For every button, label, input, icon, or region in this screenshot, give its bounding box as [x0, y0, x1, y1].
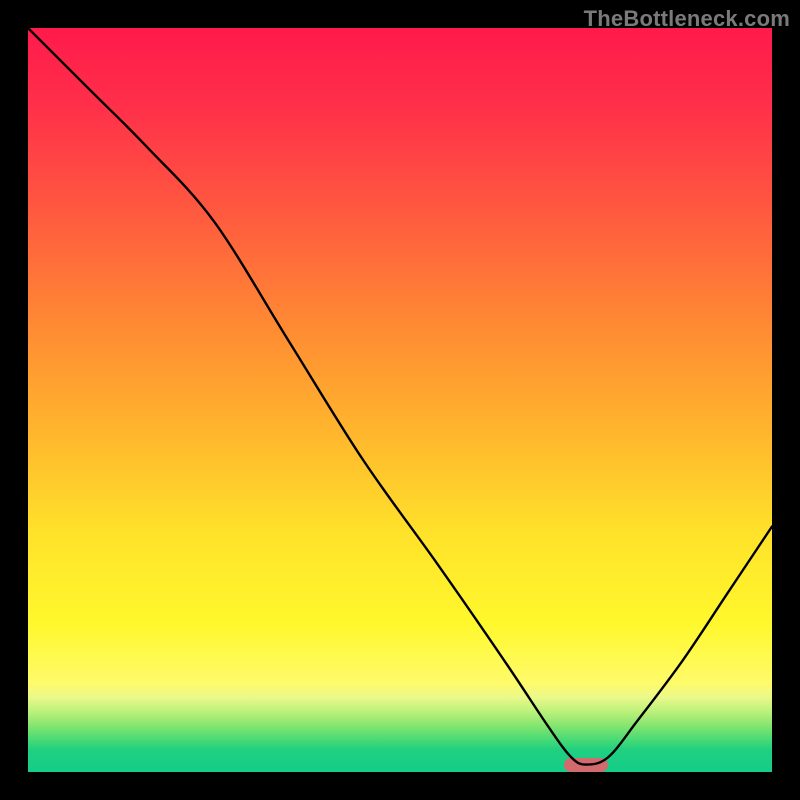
- chart-frame: TheBottleneck.com: [0, 0, 800, 800]
- optimal-range-marker: [564, 758, 609, 772]
- watermark-text: TheBottleneck.com: [584, 6, 790, 32]
- bottleneck-curve: [28, 28, 772, 772]
- plot-area: [28, 28, 772, 772]
